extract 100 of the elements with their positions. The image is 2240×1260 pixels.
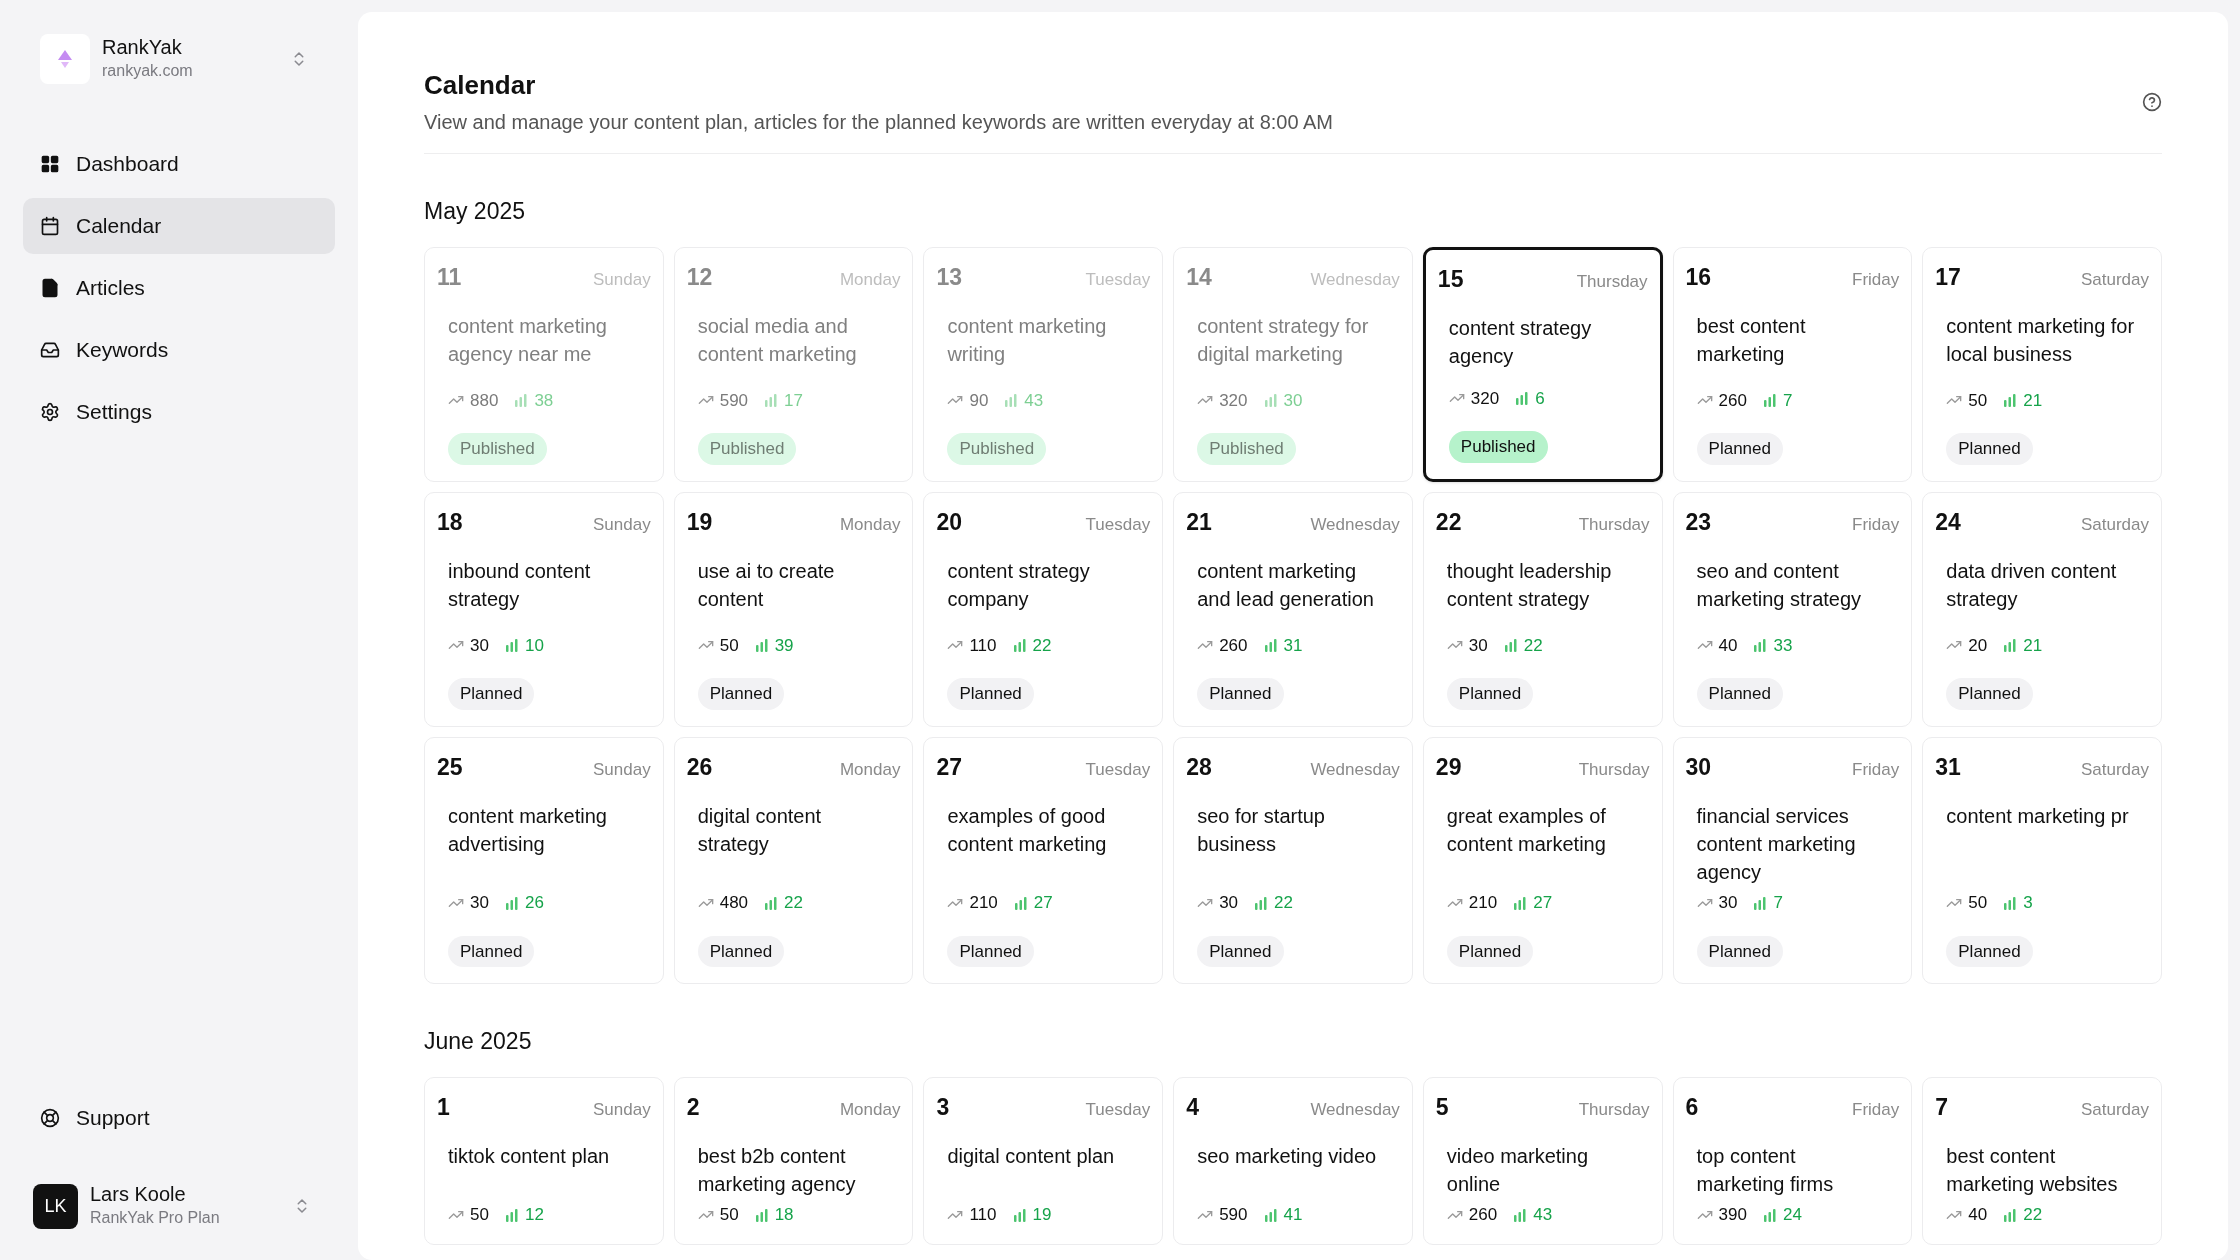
day-card[interactable]: 22 Thursday thought leadership content strategy 30 22 Planned bbox=[1422, 491, 1663, 727]
day-card[interactable]: 16 Friday best content marketing 260 7 Planned bbox=[1672, 246, 1913, 482]
page-subtitle: View and manage your content plan, articles for the planned keywords are written everyday at 8:00 AM bbox=[424, 110, 1334, 135]
day-card[interactable]: 13 Tuesday content marketing writing 90 43 Published bbox=[923, 246, 1164, 482]
day-card[interactable]: 12 Monday social media and content marketing 590 17 Published bbox=[673, 246, 914, 482]
bar-chart-icon bbox=[2003, 1207, 2018, 1222]
day-card[interactable]: 30 Friday financial services content marketing agency 30 7 Planned bbox=[1672, 736, 1913, 984]
day-card[interactable]: 21 Wednesday content marketing and lead generation 260 31 Planned bbox=[1173, 491, 1413, 727]
day-card[interactable]: 24 Saturday data driven content strategy 20 21 Planned bbox=[1922, 491, 2162, 727]
weekday-label: Saturday bbox=[2080, 1098, 2149, 1121]
weekday-label: Thursday bbox=[1578, 758, 1650, 781]
nav-item[interactable]: Articles bbox=[23, 260, 335, 316]
day-card[interactable]: 26 Monday digital content strategy 480 22 Planned bbox=[673, 736, 914, 984]
nav-item[interactable]: Calendar bbox=[23, 198, 335, 254]
weekday-label: Friday bbox=[1852, 268, 1900, 291]
difficulty-score: 27 bbox=[1033, 892, 1053, 914]
nav-item[interactable]: Keywords bbox=[23, 322, 335, 378]
keyword-title: best b2b content marketing agency bbox=[697, 1144, 857, 1197]
day-number: 7 bbox=[1935, 1092, 1949, 1122]
day-number: 23 bbox=[1685, 507, 1712, 537]
nav-item[interactable]: Settings bbox=[23, 384, 335, 440]
search-volume: 50 bbox=[470, 1204, 489, 1226]
day-card[interactable]: 2 Monday best b2b content marketing agency 50 18 bbox=[673, 1076, 914, 1245]
status-badge: Planned bbox=[1946, 678, 2033, 710]
keyword-title: tiktok content plan bbox=[448, 1144, 611, 1169]
support-link[interactable]: Support bbox=[23, 1090, 335, 1146]
day-card[interactable]: 7 Saturday best content marketing websites 40 22 bbox=[1922, 1076, 2162, 1245]
status-badge: Planned bbox=[947, 935, 1034, 967]
search-volume: 210 bbox=[1468, 892, 1498, 914]
day-card[interactable]: 4 Wednesday seo marketing video 590 41 bbox=[1173, 1076, 1413, 1245]
bar-chart-icon bbox=[1762, 1207, 1777, 1222]
difficulty-score: 30 bbox=[1283, 389, 1303, 412]
keyword-title: content marketing for local business bbox=[1946, 314, 2136, 367]
day-card[interactable]: 23 Friday seo and content marketing strategy 40 33 Planned bbox=[1672, 491, 1913, 727]
day-card[interactable]: 20 Tuesday content strategy company 110 22 Planned bbox=[923, 491, 1164, 727]
difficulty-score: 10 bbox=[524, 634, 544, 657]
day-number: 31 bbox=[1935, 752, 1961, 782]
search-volume: 480 bbox=[719, 892, 749, 914]
day-card[interactable]: 18 Sunday inbound content strategy 30 10 Planned bbox=[424, 491, 664, 727]
status-badge: Planned bbox=[448, 678, 535, 710]
weekday-label: Friday bbox=[1852, 758, 1900, 781]
day-number: 14 bbox=[1186, 262, 1212, 292]
day-card[interactable]: 15 Thursday content strategy agency 320 6 Published bbox=[1422, 246, 1663, 482]
search-volume: 50 bbox=[1968, 892, 1988, 914]
day-card[interactable]: 3 Tuesday digital content plan 110 19 bbox=[923, 1076, 1164, 1245]
day-card[interactable]: 1 Sunday tiktok content plan 50 12 bbox=[424, 1076, 664, 1245]
weekday-label: Tuesday bbox=[1085, 758, 1151, 781]
day-number: 22 bbox=[1435, 507, 1462, 537]
workspace-domain: rankyak.com bbox=[102, 61, 194, 81]
day-card[interactable]: 31 Saturday content marketing pr 50 3 Planned bbox=[1922, 736, 2162, 984]
weekday-label: Sunday bbox=[593, 513, 651, 536]
difficulty-score: 18 bbox=[774, 1204, 794, 1226]
difficulty-score: 43 bbox=[1024, 389, 1044, 412]
day-card[interactable]: 6 Friday top content marketing firms 390 24 bbox=[1672, 1076, 1913, 1245]
day-card[interactable]: 29 Thursday great examples of content marketing 210 27 Planned bbox=[1422, 736, 1663, 984]
weekday-label: Wednesday bbox=[1310, 758, 1400, 781]
day-card[interactable]: 25 Sunday content marketing advertising 30 26 Planned bbox=[424, 736, 664, 984]
search-volume: 590 bbox=[719, 389, 749, 412]
search-volume: 30 bbox=[1468, 634, 1488, 657]
search-volume: 590 bbox=[1219, 1204, 1248, 1226]
day-number: 18 bbox=[437, 507, 463, 537]
bar-chart-icon bbox=[764, 895, 779, 910]
keyword-title: top content marketing firms bbox=[1696, 1144, 1835, 1197]
bar-chart-icon bbox=[764, 393, 779, 408]
help-icon[interactable] bbox=[2142, 92, 2162, 112]
day-card[interactable]: 14 Wednesday content strategy for digital marketing 320 30 Published bbox=[1173, 246, 1413, 482]
day-number: 5 bbox=[1435, 1092, 1449, 1122]
status-badge: Planned bbox=[1197, 935, 1284, 967]
difficulty-score: 22 bbox=[1032, 634, 1052, 657]
keyword-title: seo and content marketing strategy bbox=[1696, 559, 1863, 612]
search-volume: 260 bbox=[1718, 389, 1747, 412]
month-heading: June 2025 bbox=[424, 1027, 533, 1056]
day-card[interactable]: 19 Monday use ai to create content 50 39 Planned bbox=[673, 491, 914, 727]
keyword-title: examples of good content marketing bbox=[947, 804, 1108, 857]
day-card[interactable]: 11 Sunday content marketing agency near me 880 38 Published bbox=[424, 246, 664, 482]
user-name: Lars Koole bbox=[90, 1182, 187, 1206]
day-number: 27 bbox=[936, 752, 962, 782]
search-volume: 320 bbox=[1470, 387, 1500, 410]
day-number: 15 bbox=[1437, 264, 1464, 294]
day-card[interactable]: 27 Tuesday examples of good content marketing 210 27 Planned bbox=[923, 736, 1164, 984]
bar-chart-icon bbox=[1263, 1207, 1278, 1222]
day-card[interactable]: 17 Saturday content marketing for local business 50 21 Planned bbox=[1922, 246, 2162, 482]
settings-icon bbox=[40, 402, 60, 422]
day-number: 19 bbox=[686, 507, 713, 537]
day-card[interactable]: 28 Wednesday seo for startup business 30 22 Planned bbox=[1173, 736, 1413, 984]
logo-icon bbox=[57, 50, 73, 68]
keyword-title: best content marketing bbox=[1696, 314, 1807, 367]
difficulty-score: 21 bbox=[2023, 634, 2043, 657]
keyword-title: video marketing online bbox=[1446, 1144, 1590, 1197]
search-volume: 40 bbox=[1718, 634, 1738, 657]
difficulty-score: 22 bbox=[2023, 1204, 2043, 1226]
bar-chart-icon bbox=[504, 638, 519, 653]
weekday-label: Sunday bbox=[593, 758, 651, 781]
bar-chart-icon bbox=[1513, 895, 1528, 910]
keyword-title: great examples of content marketing bbox=[1446, 804, 1607, 857]
search-volume: 30 bbox=[470, 892, 489, 914]
day-card[interactable]: 5 Thursday video marketing online 260 43 bbox=[1422, 1076, 1663, 1245]
bar-chart-icon bbox=[2003, 638, 2018, 653]
nav-item[interactable]: Dashboard bbox=[23, 136, 335, 192]
keyword-title: best content marketing websites bbox=[1946, 1144, 2119, 1197]
